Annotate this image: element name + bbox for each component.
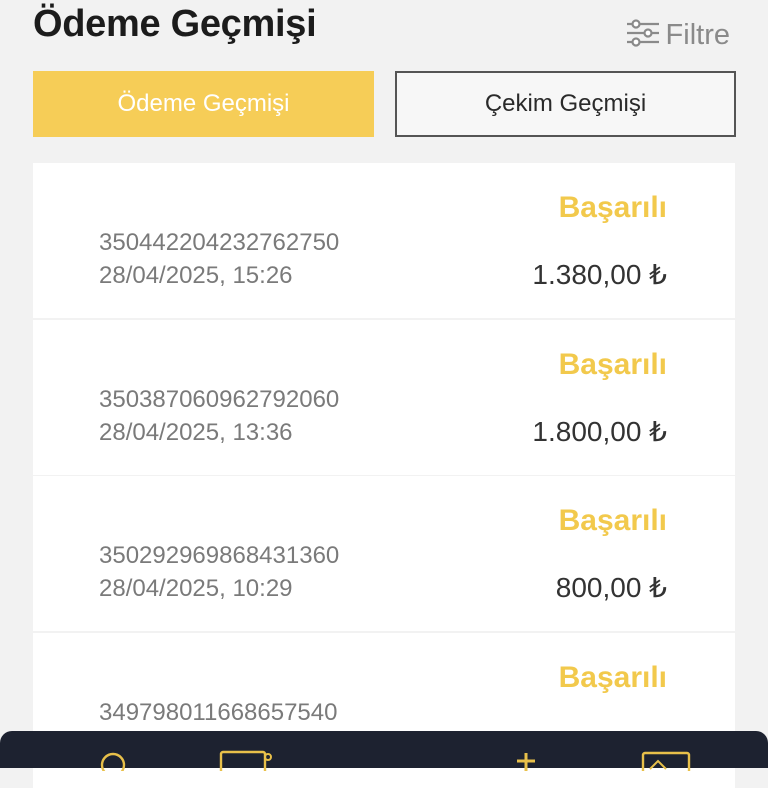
- transaction-id: 350292969868431360: [99, 542, 340, 569]
- status-badge: Başarılı: [558, 661, 667, 694]
- transaction-amount: 1.380,00 ₺: [532, 259, 667, 290]
- transaction-amount: 1.800,00 ₺: [532, 416, 667, 447]
- history-tabs: Ödeme Geçmişi Çekim Geçmişi: [33, 71, 736, 137]
- transaction-date: 28/04/2025, 15:26: [99, 262, 293, 289]
- status-badge: Başarılı: [558, 348, 667, 381]
- transaction-date: 28/04/2025, 13:36: [99, 419, 293, 446]
- status-badge: Başarılı: [558, 504, 667, 537]
- filter-button[interactable]: Filtre: [626, 15, 730, 55]
- transaction-row[interactable]: Başarılı 350387060962792060 28/04/2025, …: [33, 320, 735, 475]
- transaction-id: 349798011668657540: [99, 699, 338, 726]
- transaction-id: 350387060962792060: [99, 386, 340, 413]
- bottom-nav: [0, 731, 768, 778]
- transaction-row[interactable]: Başarılı 350292969868431360 28/04/2025, …: [33, 476, 735, 631]
- filter-label: Filtre: [665, 18, 730, 51]
- header: Ödeme Geçmişi Filtre: [0, 0, 768, 62]
- transaction-row[interactable]: Başarılı 350442204232762750 28/04/2025, …: [33, 163, 735, 318]
- transaction-date: 28/04/2025, 10:29: [99, 575, 293, 602]
- transaction-amount: 800,00 ₺: [555, 572, 667, 603]
- transaction-id: 350442204232762750: [99, 229, 340, 256]
- status-badge: Başarılı: [558, 191, 667, 224]
- tab-payment-history[interactable]: Ödeme Geçmişi: [33, 71, 374, 137]
- sliders-icon: [626, 18, 666, 53]
- tab-withdrawal-history[interactable]: Çekim Geçmişi: [395, 71, 736, 137]
- page-title: Ödeme Geçmişi: [33, 3, 317, 45]
